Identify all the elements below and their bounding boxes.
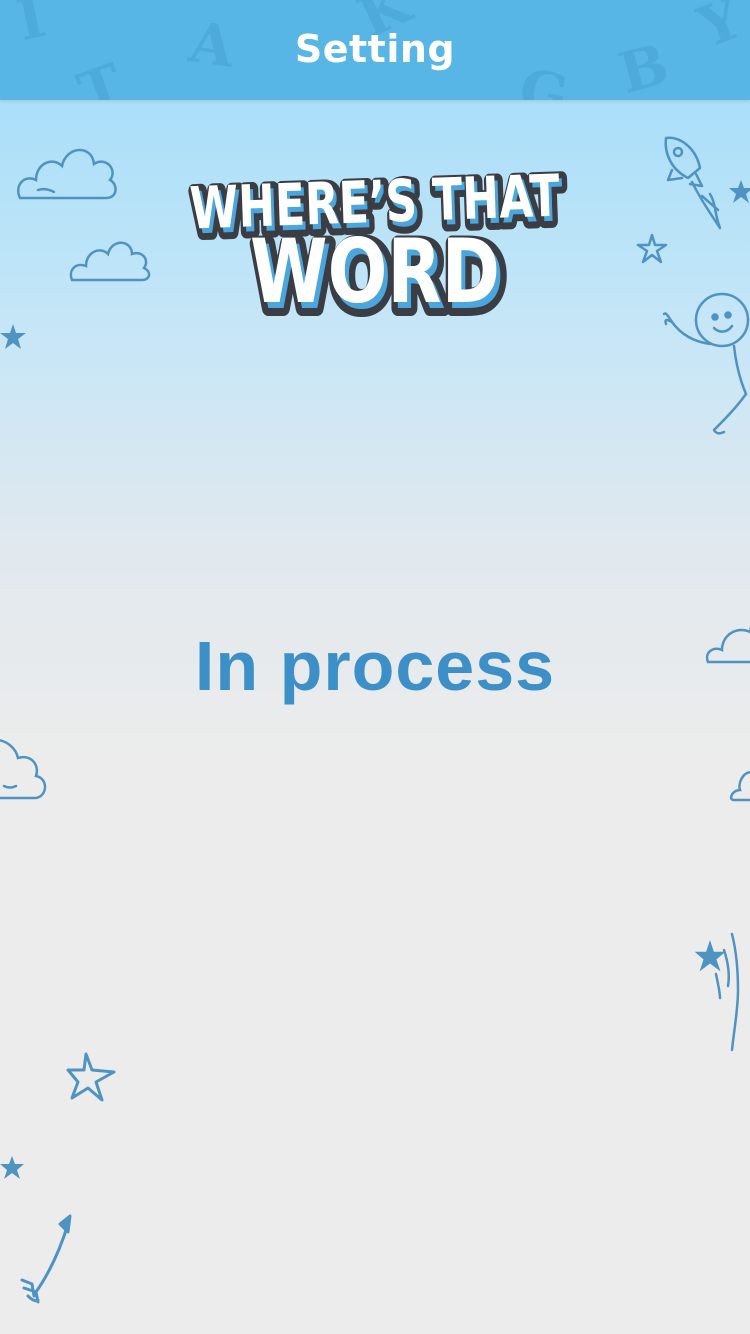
- cloud-doodle: [728, 766, 750, 806]
- cloud-doodle: [14, 140, 124, 210]
- top-bar: I A T K B Y G Setting: [0, 0, 750, 100]
- cloud-doodle: [0, 736, 52, 806]
- star-outline-doodle: [64, 1050, 120, 1104]
- logo-line2: WORD: [250, 220, 500, 323]
- page-title: Setting: [294, 27, 456, 71]
- star-outline-doodle: [634, 232, 670, 266]
- stick-figure-doodle: [660, 284, 750, 439]
- cloud-doodle: [704, 610, 750, 670]
- status-message: In process: [194, 627, 556, 705]
- star-doodle: [0, 322, 28, 352]
- star-doodle: [728, 178, 750, 206]
- cloud-doodle: [68, 236, 152, 288]
- arrow-doodle: [14, 1210, 84, 1306]
- rocket-doodle: [658, 134, 730, 234]
- app-logo: WHERE’S THAT WHERE’S THAT WHERE’S THAT W…: [175, 150, 575, 337]
- star-doodle: [0, 1154, 26, 1182]
- shooting-star-doodle: [694, 930, 750, 1060]
